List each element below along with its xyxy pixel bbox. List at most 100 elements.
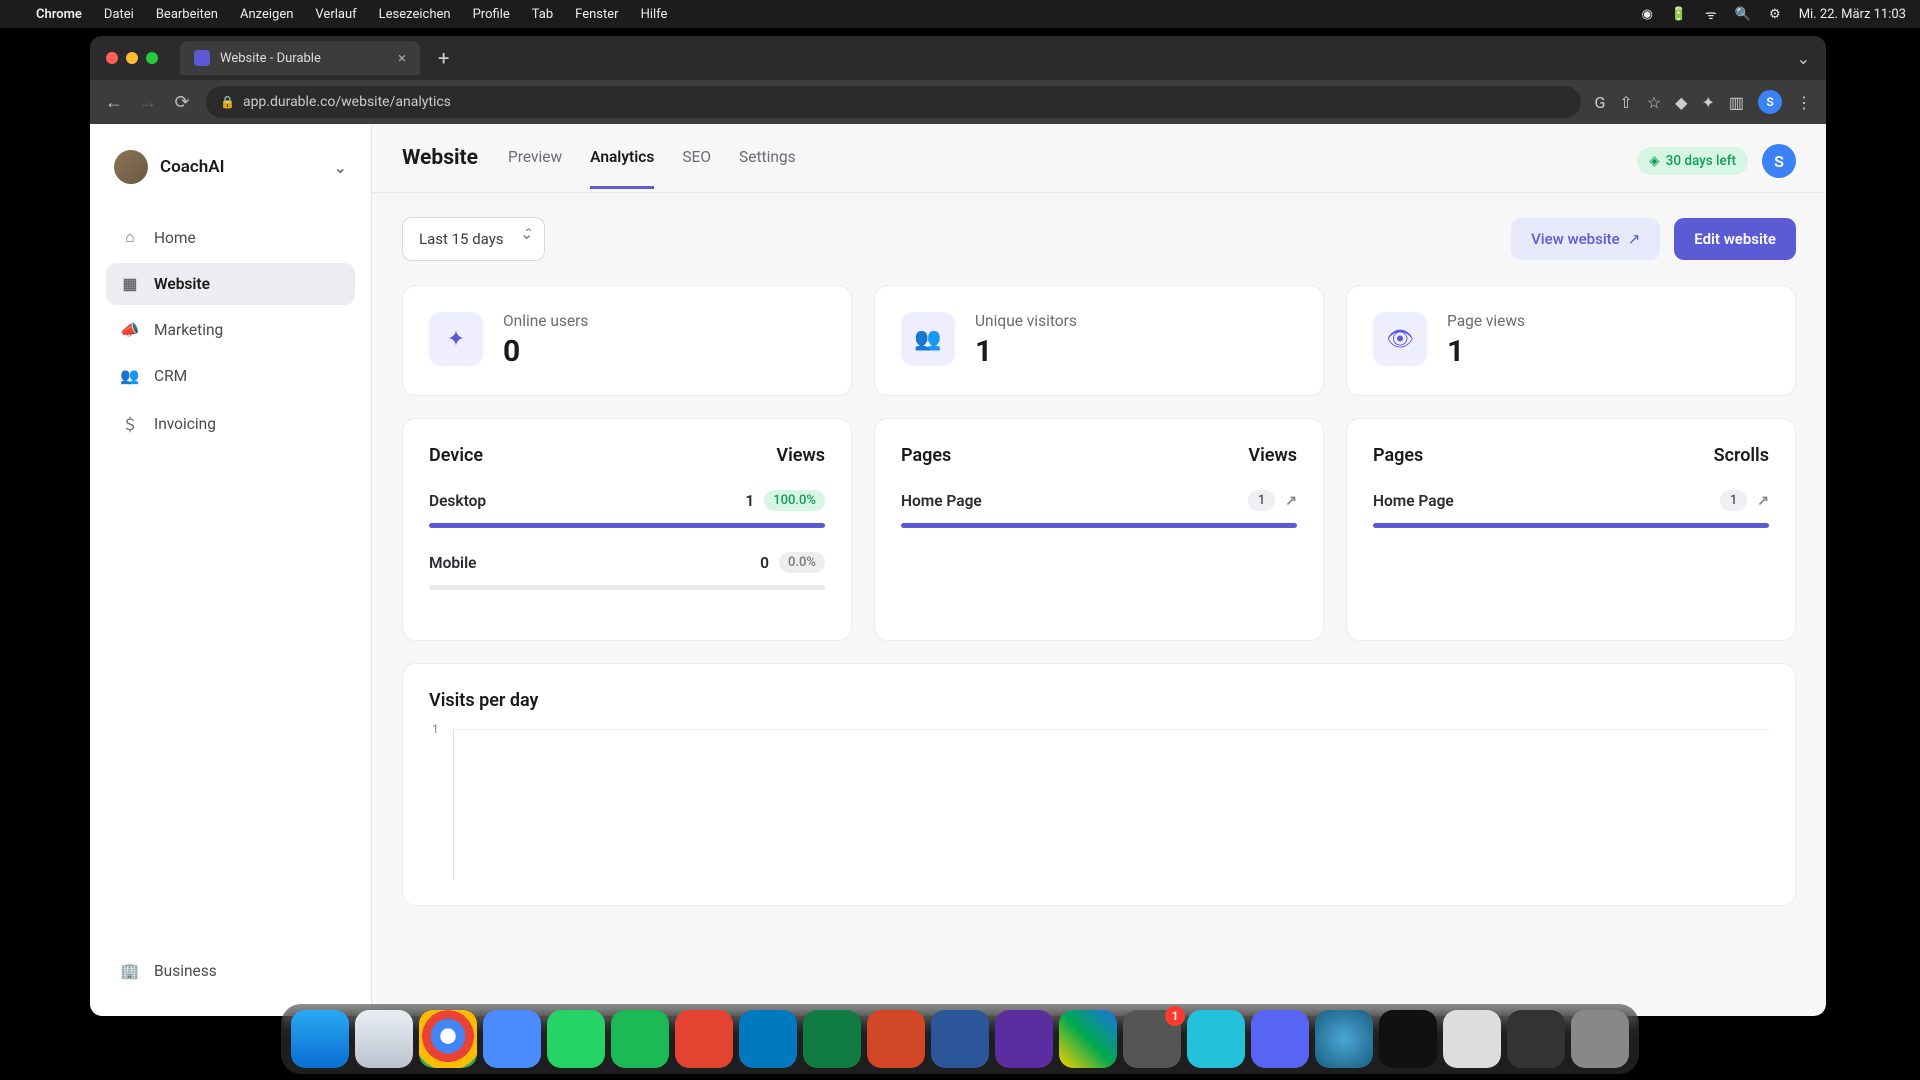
- tab-analytics[interactable]: Analytics: [590, 148, 654, 189]
- dock-app-trash[interactable]: [1571, 1010, 1629, 1068]
- side-panel-icon[interactable]: ▥: [1729, 93, 1744, 112]
- tab-preview[interactable]: Preview: [508, 148, 562, 189]
- dock-app-powerpoint[interactable]: [867, 1010, 925, 1068]
- row-name: Desktop: [429, 492, 486, 510]
- progress-bar: [429, 585, 825, 590]
- google-icon[interactable]: G: [1595, 93, 1606, 112]
- dock-app-spotify[interactable]: [611, 1010, 669, 1068]
- dock-app-excel[interactable]: [803, 1010, 861, 1068]
- stat-card-unique-visitors: 👥 Unique visitors 1: [874, 285, 1324, 396]
- dock-app-finder[interactable]: [291, 1010, 349, 1068]
- sidebar-item-label: Home: [154, 229, 196, 247]
- dock-app-mission-control[interactable]: [1507, 1010, 1565, 1068]
- dock-app-whatsapp[interactable]: [547, 1010, 605, 1068]
- sidebar-item-marketing[interactable]: 📣 Marketing: [106, 309, 355, 351]
- app-frame: CoachAI ⌄ ⌂ Home ▦ Website 📣 Marketing 👥…: [90, 124, 1826, 1016]
- dock-app-drive[interactable]: [1059, 1010, 1117, 1068]
- stat-card-online-users: ✦ Online users 0: [402, 285, 852, 396]
- sidebar-item-home[interactable]: ⌂ Home: [106, 216, 355, 259]
- menu-lesezeichen[interactable]: Lesezeichen: [379, 7, 451, 22]
- dock-app-discord[interactable]: [1251, 1010, 1309, 1068]
- dock-app-chrome[interactable]: [419, 1010, 477, 1068]
- reload-button[interactable]: ⟳: [172, 92, 192, 113]
- sidebar-item-label: Marketing: [154, 321, 223, 339]
- menu-datei[interactable]: Datei: [104, 7, 134, 22]
- row-count: 1: [1248, 490, 1275, 511]
- close-window-button[interactable]: [106, 52, 118, 64]
- progress-bar: [429, 523, 825, 528]
- menu-verlauf[interactable]: Verlauf: [315, 7, 356, 22]
- external-link-icon[interactable]: ↗: [1285, 493, 1297, 509]
- dock-app-word[interactable]: [931, 1010, 989, 1068]
- new-tab-button[interactable]: +: [430, 46, 457, 70]
- dock-app-quicktime[interactable]: [1315, 1010, 1373, 1068]
- tab-seo[interactable]: SEO: [682, 148, 711, 189]
- record-icon[interactable]: ◉: [1641, 7, 1652, 22]
- mac-dock: 1: [281, 1004, 1639, 1074]
- url-input[interactable]: 🔒 app.durable.co/website/analytics: [206, 86, 1581, 118]
- back-button[interactable]: ←: [104, 92, 124, 113]
- sidebar-item-crm[interactable]: 👥 CRM: [106, 355, 355, 397]
- building-icon: 🏢: [120, 962, 140, 980]
- battery-icon[interactable]: 🔋: [1671, 7, 1687, 22]
- trial-badge[interactable]: ◈ 30 days left: [1637, 147, 1748, 175]
- control-center-icon[interactable]: ⚙: [1769, 7, 1781, 22]
- browser-tab[interactable]: Website - Durable ×: [180, 41, 420, 75]
- main-content: Website Preview Analytics SEO Settings ◈…: [372, 124, 1826, 1016]
- dock-app-settings[interactable]: 1: [1123, 1010, 1181, 1068]
- menu-hilfe[interactable]: Hilfe: [641, 7, 668, 22]
- table-row: Home Page 1 ↗: [1373, 490, 1769, 528]
- row-name: Home Page: [901, 492, 982, 510]
- profile-avatar[interactable]: S: [1758, 90, 1782, 114]
- window-controls: [106, 52, 158, 64]
- wifi-icon[interactable]: ᯤ: [1705, 5, 1717, 23]
- share-icon[interactable]: ⇧: [1619, 93, 1632, 112]
- sidebar-item-invoicing[interactable]: ＄ Invoicing: [106, 401, 355, 447]
- forward-button[interactable]: →: [138, 92, 158, 113]
- stat-label: Unique visitors: [975, 312, 1077, 330]
- home-icon: ⌂: [120, 228, 140, 247]
- visits-chart-card: Visits per day 1: [402, 663, 1796, 906]
- menubar-app-name[interactable]: Chrome: [36, 7, 82, 22]
- menubar-clock[interactable]: Mi. 22. März 11:03: [1799, 7, 1906, 22]
- dock-app-trello[interactable]: [739, 1010, 797, 1068]
- date-range-select[interactable]: Last 15 days: [402, 217, 545, 261]
- menu-fenster[interactable]: Fenster: [575, 7, 618, 22]
- extensions-puzzle-icon[interactable]: ✦: [1701, 93, 1714, 112]
- dock-app-app-util[interactable]: [1443, 1010, 1501, 1068]
- extension-color-icon[interactable]: ◆: [1675, 93, 1687, 112]
- external-link-icon[interactable]: ↗: [1757, 493, 1769, 509]
- tab-settings[interactable]: Settings: [739, 148, 796, 189]
- table-row: Desktop 1 100.0%: [429, 490, 825, 528]
- user-avatar[interactable]: S: [1762, 144, 1796, 178]
- close-tab-icon[interactable]: ×: [398, 49, 406, 67]
- tab-list-chevron-icon[interactable]: ⌄: [1797, 49, 1810, 68]
- menu-profile[interactable]: Profile: [473, 7, 510, 22]
- dock-app-imovie[interactable]: [995, 1010, 1053, 1068]
- sidebar-item-business[interactable]: 🏢 Business: [106, 950, 355, 992]
- eye-icon: 👁: [1373, 312, 1427, 366]
- edit-website-button[interactable]: Edit website: [1674, 218, 1796, 260]
- view-website-button[interactable]: View website ↗: [1511, 218, 1660, 260]
- row-views: 1: [745, 492, 754, 510]
- search-icon[interactable]: 🔍: [1735, 7, 1751, 22]
- dock-app-todoist[interactable]: [675, 1010, 733, 1068]
- dock-app-zoom[interactable]: [483, 1010, 541, 1068]
- chrome-menu-icon[interactable]: ⋮: [1796, 93, 1812, 112]
- bookmark-star-icon[interactable]: ☆: [1647, 93, 1661, 112]
- sidebar-item-website[interactable]: ▦ Website: [106, 263, 355, 305]
- maximize-window-button[interactable]: [146, 52, 158, 64]
- menu-anzeigen[interactable]: Anzeigen: [240, 7, 293, 22]
- website-icon: ▦: [120, 275, 140, 293]
- menu-tab[interactable]: Tab: [532, 7, 553, 22]
- minimize-window-button[interactable]: [126, 52, 138, 64]
- workspace-switcher[interactable]: CoachAI ⌄: [106, 144, 355, 190]
- chevron-down-icon: ⌄: [334, 158, 347, 177]
- dock-app-safari[interactable]: [355, 1010, 413, 1068]
- dock-app-voice-memos[interactable]: [1379, 1010, 1437, 1068]
- menu-bearbeiten[interactable]: Bearbeiten: [156, 7, 218, 22]
- dock-app-app-cyan[interactable]: [1187, 1010, 1245, 1068]
- stat-label: Page views: [1447, 312, 1525, 330]
- col-views: Views: [1248, 445, 1297, 466]
- workspace-name: CoachAI: [160, 157, 322, 177]
